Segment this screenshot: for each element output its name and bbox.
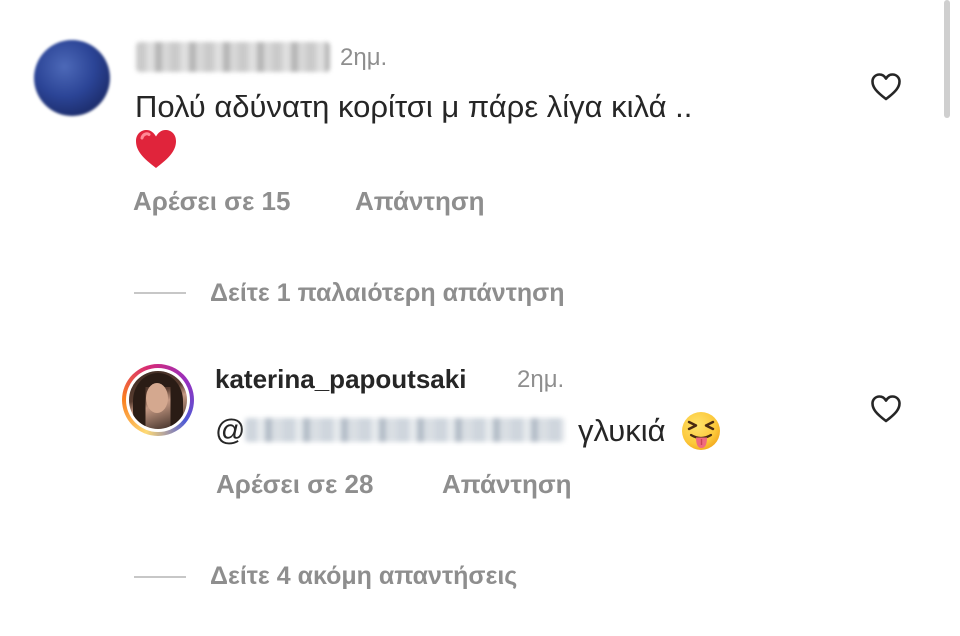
commenter-avatar[interactable] (34, 40, 110, 116)
mention-at-sign: @ (215, 414, 246, 447)
commenter-username-blurred[interactable] (136, 42, 330, 72)
comment-timestamp: 2ημ. (340, 44, 388, 71)
reply-text: γλυκιά (578, 413, 666, 448)
view-more-replies-link[interactable]: Δείτε 4 ακόμη απαντήσεις (210, 561, 517, 591)
mention-username-blurred[interactable] (245, 418, 565, 442)
red-heart-emoji (136, 130, 176, 168)
squinting-face-with-tongue-emoji (682, 412, 720, 450)
scrollbar[interactable] (944, 0, 950, 118)
comment-text: Πολύ αδύνατη κορίτσι μ πάρε λίγα κιλά .. (135, 89, 693, 124)
replies-divider (134, 576, 186, 578)
reply-author-avatar[interactable] (122, 364, 194, 436)
reply-timestamp: 2ημ. (517, 366, 565, 393)
like-heart-icon[interactable] (870, 72, 902, 102)
replies-divider (134, 292, 186, 294)
reply-author-username[interactable]: katerina_papoutsaki (215, 364, 466, 394)
comment-likes-count[interactable]: Αρέσει σε 15 (133, 186, 290, 216)
reply-likes-count[interactable]: Αρέσει σε 28 (216, 469, 373, 499)
view-older-replies-link[interactable]: Δείτε 1 παλαιότερη απάντηση (210, 278, 565, 308)
reply-reply-button[interactable]: Απάντηση (442, 469, 572, 499)
comment-reply-button[interactable]: Απάντηση (355, 186, 485, 216)
like-heart-icon[interactable] (870, 394, 902, 424)
